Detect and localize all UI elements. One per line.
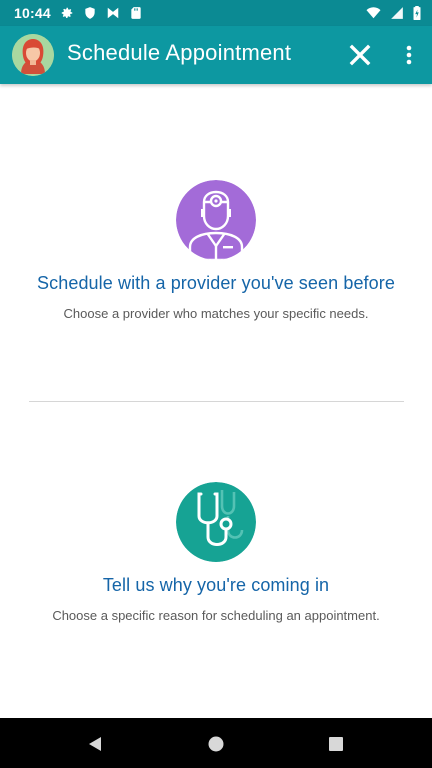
doctor-icon [176,180,256,260]
gear-icon [61,7,73,19]
battery-icon [413,6,421,20]
more-vertical-icon [406,45,412,65]
divider [29,401,404,402]
user-avatar[interactable] [12,34,54,76]
reason-for-visit-option[interactable]: Tell us why you're coming in Choose a sp… [0,482,432,623]
close-icon [349,44,371,66]
more-options-button[interactable] [396,40,422,70]
navigation-bar [0,718,432,768]
sd-card-icon [131,7,141,19]
shield-icon [85,7,95,19]
reason-option-heading: Tell us why you're coming in [102,575,330,595]
schedule-with-provider-option[interactable]: Schedule with a provider you've seen bef… [0,180,432,321]
app-bar: Schedule Appointment [0,26,432,84]
stethoscope-icon [176,482,256,562]
avatar-icon [12,34,54,76]
provider-option-description: Choose a provider who matches your speci… [63,306,369,321]
close-button[interactable] [344,40,376,70]
butterfly-icon [107,7,119,19]
status-bar: 10:44 [0,0,432,26]
reason-option-description: Choose a specific reason for scheduling … [52,608,380,623]
signal-icon [391,7,403,19]
home-icon[interactable] [207,735,225,753]
wifi-icon [366,7,381,19]
page-title: Schedule Appointment [67,40,292,65]
recents-icon[interactable] [327,735,345,753]
status-time: 10:44 [14,5,51,21]
back-icon[interactable] [86,735,104,753]
provider-option-heading: Schedule with a provider you've seen bef… [37,273,395,293]
